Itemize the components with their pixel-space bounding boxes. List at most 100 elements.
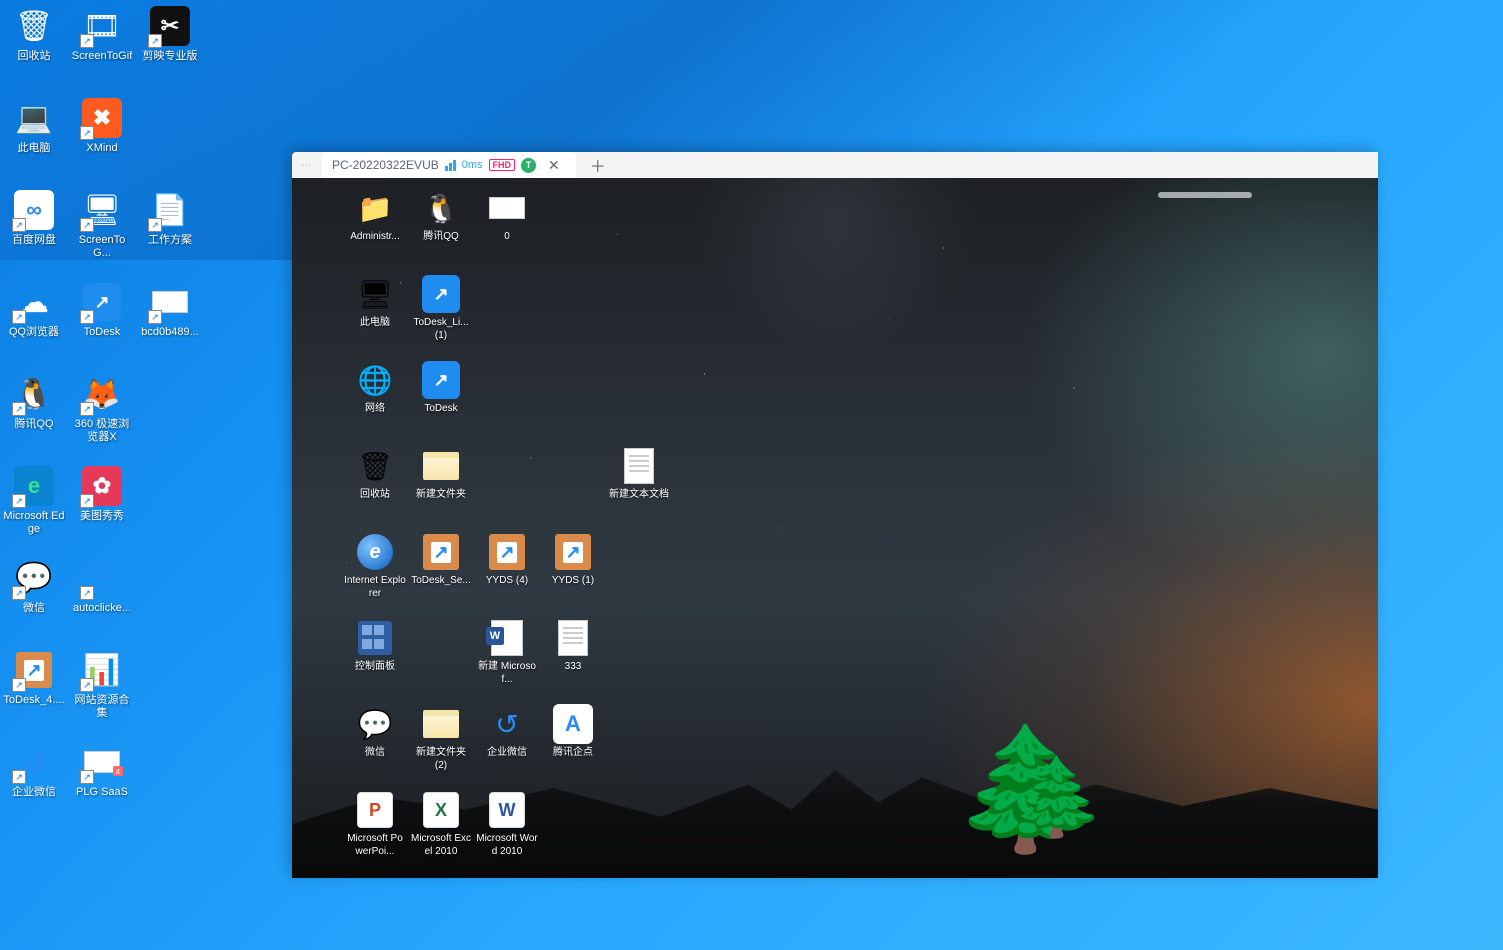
remote-titlebar: ⋯ PC-20220322EVUB 0ms FHD T ✕ ＋ bbox=[292, 152, 1378, 178]
shortcut-arrow-icon: ↗ bbox=[12, 218, 26, 232]
new-tab-button[interactable]: ＋ bbox=[576, 153, 620, 177]
r-admin[interactable]: 📁Administr... bbox=[342, 184, 408, 270]
r-qq[interactable]: 🐧腾讯QQ bbox=[408, 184, 474, 270]
app-logo: ⋯ bbox=[292, 160, 320, 171]
tencent-qq-label: 腾讯QQ bbox=[14, 418, 53, 431]
r-ent-wechat[interactable]: ↺ 企业微信 bbox=[474, 700, 540, 786]
shortcut-arrow-icon: ↗ bbox=[12, 678, 26, 692]
r-word[interactable]: WMicrosoft Word 2010 bbox=[474, 786, 540, 872]
status-badge: T bbox=[521, 158, 536, 173]
autoclicker[interactable]: 🖱↗autoclicke... bbox=[68, 552, 136, 644]
wechat[interactable]: 💬↗微信 bbox=[0, 552, 68, 644]
r-recycle[interactable]: 🗑回收站 bbox=[342, 442, 408, 528]
r-newtxt-label: 新建文本文档 bbox=[609, 488, 669, 501]
r-newfolder2-label: 新建文件夹(2) bbox=[410, 746, 472, 772]
screentogif2-label: ScreenToG... bbox=[70, 234, 134, 260]
r-newword[interactable]: 新建 Microsof... bbox=[474, 614, 540, 700]
r-admin-icon: 📁 bbox=[355, 188, 395, 228]
r-this-pc-icon: 🖥 bbox=[355, 274, 395, 314]
r-newfolder[interactable]: 新建文件夹 bbox=[408, 442, 474, 528]
plg-saas-icon: x↗ bbox=[80, 740, 124, 784]
360-browser[interactable]: 🦊↗360 极速浏览器X bbox=[68, 368, 136, 460]
jianying[interactable]: ✂↗剪映专业版 bbox=[136, 0, 204, 92]
tencent-qq[interactable]: 🐧↗腾讯QQ bbox=[0, 368, 68, 460]
shortcut-arrow-icon: ↗ bbox=[80, 126, 94, 140]
r-333-icon bbox=[553, 618, 593, 658]
r-tencent-qd[interactable]: A腾讯企点 bbox=[540, 700, 606, 786]
latency-label: 0ms bbox=[462, 159, 483, 171]
qq-browser[interactable]: ☁↗QQ浏览器 bbox=[0, 276, 68, 368]
recycle-bin[interactable]: 🗑回收站 bbox=[0, 0, 68, 92]
360-browser-icon: 🦊↗ bbox=[80, 372, 124, 416]
r-yyds4[interactable]: YYDS (4) bbox=[474, 528, 540, 614]
r-newtxt-icon bbox=[619, 446, 659, 486]
r-this-pc[interactable]: 🖥此电脑 bbox=[342, 270, 408, 356]
shortcut-arrow-icon: ↗ bbox=[148, 310, 162, 324]
meitu[interactable]: ✿↗美图秀秀 bbox=[68, 460, 136, 552]
shortcut-arrow-icon: ↗ bbox=[12, 402, 26, 416]
r-todesk-lite[interactable]: ↗ToDesk_Li... (1) bbox=[408, 270, 474, 356]
work-plan[interactable]: 📄↗工作方案 bbox=[136, 184, 204, 276]
r-todesk-label: ToDesk bbox=[424, 402, 457, 415]
r-excel[interactable]: XMicrosoft Excel 2010 bbox=[408, 786, 474, 872]
r-word-icon: W bbox=[487, 790, 527, 830]
floating-toolbar-handle[interactable] bbox=[1158, 192, 1252, 198]
this-pc[interactable]: 💻此电脑 bbox=[0, 92, 68, 184]
plg-saas[interactable]: x↗PLG SaaS bbox=[68, 736, 136, 828]
screentogif2[interactable]: 🖥↗ScreenToG... bbox=[68, 184, 136, 276]
r-333[interactable]: 333 bbox=[540, 614, 606, 700]
this-pc-icon: 💻 bbox=[12, 96, 56, 140]
autoclicker-icon: 🖱↗ bbox=[80, 556, 124, 600]
r-zero[interactable]: 0 bbox=[474, 184, 540, 270]
web-res[interactable]: 📊↗网站资源合集 bbox=[68, 644, 136, 736]
r-newword-label: 新建 Microsof... bbox=[476, 660, 538, 686]
shortcut-arrow-icon: ↗ bbox=[80, 218, 94, 232]
bcd0b[interactable]: ↗ bcd0b489... bbox=[136, 276, 204, 368]
baidu-netdisk-label: 百度网盘 bbox=[12, 234, 56, 247]
r-ent-wechat-label: 企业微信 bbox=[487, 746, 527, 759]
xmind[interactable]: ✖↗XMind bbox=[68, 92, 136, 184]
r-network[interactable]: 🌐网络 bbox=[342, 356, 408, 442]
r-wechat-label: 微信 bbox=[365, 746, 385, 759]
todesk-local[interactable]: ↗↗ToDesk bbox=[68, 276, 136, 368]
todesk-setup[interactable]: ↗ToDesk_4.... bbox=[0, 644, 68, 736]
todesk-local-label: ToDesk bbox=[84, 326, 121, 339]
r-todesk-se[interactable]: ToDesk_Se... bbox=[408, 528, 474, 614]
r-ppt-label: Microsoft PowerPoi... bbox=[344, 832, 406, 858]
r-todesk-lite-label: ToDesk_Li... (1) bbox=[410, 316, 472, 342]
ent-wechat[interactable]: ↺↗企业微信 bbox=[0, 736, 68, 828]
recycle-bin-label: 回收站 bbox=[18, 50, 51, 63]
r-ppt[interactable]: PMicrosoft PowerPoi... bbox=[342, 786, 408, 872]
r-zero-label: 0 bbox=[504, 230, 510, 243]
todesk-setup-icon: ↗ bbox=[12, 648, 56, 692]
r-todesk-lite-icon: ↗ bbox=[421, 274, 461, 314]
r-word-label: Microsoft Word 2010 bbox=[476, 832, 538, 858]
r-newtxt[interactable]: 新建文本文档 bbox=[606, 442, 672, 528]
r-ent-wechat-icon: ↺ bbox=[487, 704, 527, 744]
edge[interactable]: e↗Microsoft Edge bbox=[0, 460, 68, 552]
shortcut-arrow-icon: ↗ bbox=[80, 678, 94, 692]
r-wechat[interactable]: 💬微信 bbox=[342, 700, 408, 786]
baidu-netdisk[interactable]: ∞↗百度网盘 bbox=[0, 184, 68, 276]
close-tab-button[interactable]: ✕ bbox=[542, 157, 566, 174]
r-newfolder2[interactable]: 新建文件夹(2) bbox=[408, 700, 474, 786]
r-ie[interactable]: Internet Explorer bbox=[342, 528, 408, 614]
r-network-label: 网络 bbox=[365, 402, 385, 415]
r-yyds1[interactable]: YYDS (1) bbox=[540, 528, 606, 614]
r-cp-icon bbox=[355, 618, 395, 658]
remote-desktop-icons: 📁Administr...🐧腾讯QQ0🖥此电脑↗ToDesk_Li... (1)… bbox=[342, 184, 672, 872]
xmind-label: XMind bbox=[86, 142, 117, 155]
wechat-icon: 💬↗ bbox=[12, 556, 56, 600]
remote-desktop[interactable]: 🌲 🌲 📁Administr...🐧腾讯QQ0🖥此电脑↗ToDesk_Li...… bbox=[292, 178, 1378, 878]
r-ppt-icon: P bbox=[355, 790, 395, 830]
screentogif1[interactable]: 🎞↗ScreenToGif bbox=[68, 0, 136, 92]
r-todesk[interactable]: ↗ToDesk bbox=[408, 356, 474, 442]
local-desktop[interactable]: 🗑回收站🎞↗ScreenToGif✂↗剪映专业版💻此电脑✖↗XMind∞↗百度网… bbox=[0, 0, 1503, 950]
local-desktop-icons: 🗑回收站🎞↗ScreenToGif✂↗剪映专业版💻此电脑✖↗XMind∞↗百度网… bbox=[0, 0, 204, 828]
bcd0b-label: bcd0b489... bbox=[141, 326, 199, 339]
fhd-badge: FHD bbox=[489, 159, 516, 171]
shortcut-arrow-icon: ↗ bbox=[148, 218, 162, 232]
remote-tab[interactable]: PC-20220322EVUB 0ms FHD T ✕ bbox=[322, 152, 576, 178]
r-cp[interactable]: 控制面板 bbox=[342, 614, 408, 700]
shortcut-arrow-icon: ↗ bbox=[148, 34, 162, 48]
